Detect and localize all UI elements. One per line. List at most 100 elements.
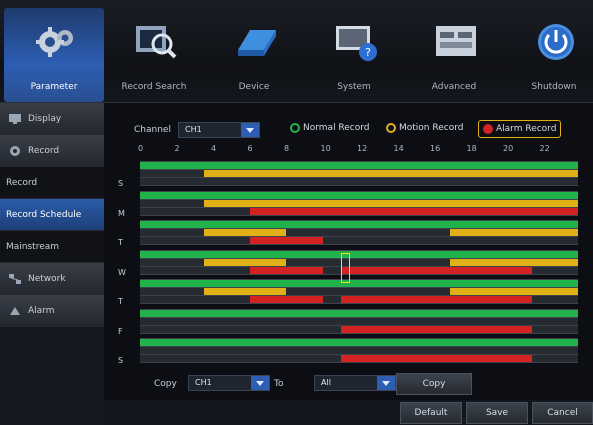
display-icon bbox=[9, 113, 21, 124]
motion-record-segment bbox=[203, 170, 578, 177]
nav-advanced[interactable]: Advanced bbox=[404, 8, 504, 102]
hour-tick-label: 8 bbox=[284, 144, 290, 153]
nav-advanced-label: Advanced bbox=[431, 82, 477, 92]
alarm-record-segment bbox=[249, 237, 323, 244]
radio-icon bbox=[386, 123, 396, 133]
nav-device-label: Device bbox=[238, 82, 270, 92]
motion-record-segment bbox=[450, 258, 578, 266]
hard-drive-icon bbox=[238, 30, 276, 56]
sidebar-item-label: Record bbox=[6, 177, 38, 188]
sidebar-item-label: Display bbox=[28, 113, 62, 124]
normal-record-segment bbox=[140, 280, 578, 287]
network-icon bbox=[9, 273, 21, 284]
hour-tick-label: 0 bbox=[138, 144, 144, 153]
sidebar-item-record-sub[interactable]: Record bbox=[0, 167, 104, 199]
sidebar-item-label: Record bbox=[28, 145, 60, 156]
nav-record-search-label: Record Search bbox=[121, 82, 187, 92]
channel-select[interactable]: CH1 bbox=[178, 122, 260, 138]
schedule-row-alarm[interactable] bbox=[140, 236, 578, 245]
hour-tick-label: 18 bbox=[466, 144, 477, 153]
legend-label: Alarm Record bbox=[496, 124, 557, 134]
power-icon bbox=[538, 24, 574, 60]
alarm-record-segment bbox=[340, 266, 533, 274]
legend-normal-record[interactable]: Normal Record bbox=[290, 123, 370, 133]
alarm-record-segment bbox=[340, 355, 533, 362]
schedule-row-alarm[interactable] bbox=[140, 324, 578, 334]
sidebar-item-display[interactable]: Display bbox=[0, 103, 104, 135]
record-search-icon bbox=[136, 26, 177, 59]
save-button[interactable]: Save bbox=[466, 402, 528, 424]
sidebar-item-network[interactable]: Network bbox=[0, 263, 104, 295]
hour-tick-label: 10 bbox=[320, 144, 331, 153]
normal-record-segment bbox=[140, 339, 578, 346]
motion-record-segment bbox=[203, 258, 286, 266]
sidebar-item-label: Alarm bbox=[28, 305, 55, 316]
nav-record-search[interactable]: Record Search bbox=[104, 8, 204, 102]
motion-record-segment bbox=[203, 288, 286, 295]
schedule-row-alarm[interactable] bbox=[140, 295, 578, 304]
sidebar-item-label: Mainstream bbox=[6, 241, 60, 252]
nav-system-label: System bbox=[337, 82, 371, 92]
nav-parameter[interactable]: Parameter bbox=[4, 8, 104, 102]
day-label: F bbox=[118, 326, 123, 336]
sidebar-item-record[interactable]: Record bbox=[0, 135, 104, 167]
hour-tick-label: 20 bbox=[503, 144, 514, 153]
radio-icon bbox=[290, 123, 300, 133]
chevron-down-icon bbox=[241, 123, 259, 137]
copy-from-value: CH1 bbox=[195, 378, 212, 387]
alarm-record-segment bbox=[340, 296, 533, 303]
sidebar-item-alarm[interactable]: Alarm bbox=[0, 295, 104, 327]
nav-system[interactable]: ? System bbox=[304, 8, 404, 102]
schedule-row-alarm[interactable] bbox=[140, 177, 578, 186]
motion-record-segment bbox=[450, 288, 578, 295]
day-label: T bbox=[118, 238, 123, 247]
record-schedule-panel: Channel CH1 Normal Record Motion Record … bbox=[104, 103, 593, 425]
normal-record-segment bbox=[140, 191, 578, 199]
cancel-button[interactable]: Cancel bbox=[532, 402, 593, 424]
advanced-settings-icon bbox=[436, 26, 476, 56]
nav-device[interactable]: Device bbox=[204, 8, 304, 102]
hour-tick-label: 22 bbox=[539, 144, 550, 153]
schedule-grid[interactable] bbox=[140, 161, 578, 369]
sidebar-item-label: Network bbox=[28, 273, 66, 284]
channel-value: CH1 bbox=[185, 125, 202, 134]
hour-tick-label: 6 bbox=[247, 144, 253, 153]
radio-icon bbox=[483, 124, 493, 134]
legend-motion-record[interactable]: Motion Record bbox=[386, 123, 463, 133]
legend-label: Motion Record bbox=[399, 123, 464, 133]
copy-to-select[interactable]: All bbox=[314, 375, 396, 391]
copy-button[interactable]: Copy bbox=[396, 373, 472, 395]
bottom-button-bar: Default Save Cancel bbox=[104, 400, 593, 425]
sidebar-item-label: Record Schedule bbox=[6, 209, 82, 220]
nav-shutdown[interactable]: Shutdown bbox=[504, 8, 593, 102]
normal-record-segment bbox=[140, 221, 578, 228]
alarm-record-segment bbox=[340, 325, 533, 333]
alarm-record-segment bbox=[249, 266, 323, 274]
system-info-icon: ? bbox=[336, 26, 377, 61]
sidebar-item-mainstream[interactable]: Mainstream bbox=[0, 231, 104, 263]
hour-tick-label: 2 bbox=[174, 144, 180, 153]
alarm-record-segment bbox=[249, 296, 323, 303]
schedule-row-alarm[interactable] bbox=[140, 354, 578, 363]
nav-shutdown-label: Shutdown bbox=[531, 82, 577, 92]
legend-alarm-record[interactable]: Alarm Record bbox=[478, 120, 562, 138]
schedule-row-alarm[interactable] bbox=[140, 265, 578, 275]
copy-to-value: All bbox=[321, 378, 331, 387]
svg-text:?: ? bbox=[365, 46, 371, 59]
motion-record-segment bbox=[203, 199, 578, 207]
default-button[interactable]: Default bbox=[400, 402, 462, 424]
hour-tick-label: 12 bbox=[357, 144, 368, 153]
normal-record-segment bbox=[140, 250, 578, 258]
copy-from-select[interactable]: CH1 bbox=[188, 375, 270, 391]
normal-record-segment bbox=[140, 309, 578, 317]
top-navigation-bar: Parameter Record Search Device ? System … bbox=[0, 0, 593, 103]
alarm-record-segment bbox=[249, 207, 578, 215]
copy-label: Copy bbox=[154, 379, 177, 389]
schedule-row-alarm[interactable] bbox=[140, 206, 578, 216]
hour-tick-label: 16 bbox=[430, 144, 441, 153]
record-gear-icon bbox=[10, 145, 20, 156]
hour-tick-label: 14 bbox=[393, 144, 404, 153]
chevron-down-icon bbox=[377, 376, 395, 390]
day-label: T bbox=[118, 297, 123, 306]
sidebar-item-record-schedule[interactable]: Record Schedule bbox=[0, 199, 104, 231]
